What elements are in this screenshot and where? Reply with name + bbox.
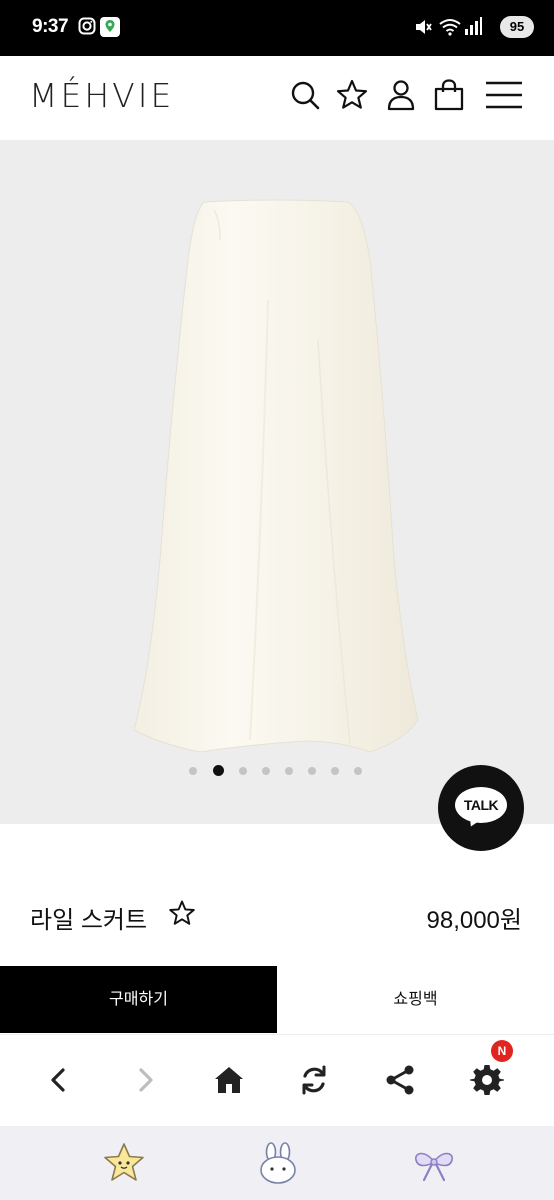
buy-now-button[interactable]: 구매하기: [0, 966, 277, 1033]
slide-dot-active[interactable]: [213, 765, 224, 776]
brand-logo[interactable]: MÉHVIE: [29, 76, 174, 115]
add-to-bag-button[interactable]: 쇼핑백: [277, 966, 554, 1033]
user-icon[interactable]: [384, 78, 418, 112]
slide-dot[interactable]: [262, 767, 270, 775]
browser-toolbar: [0, 1034, 554, 1127]
instagram-icon: [78, 17, 96, 35]
slide-dot[interactable]: [189, 767, 197, 775]
star-icon[interactable]: [335, 78, 369, 112]
menu-icon[interactable]: [485, 78, 523, 112]
back-icon[interactable]: [42, 1063, 76, 1097]
product-gallery[interactable]: [0, 140, 554, 824]
product-name: 라일 스커트: [30, 907, 148, 934]
bunny-sticker[interactable]: [254, 1140, 302, 1188]
wifi-icon: [439, 19, 461, 36]
status-bar: 9:37 95: [0, 0, 554, 56]
maps-icon: [100, 17, 120, 37]
forward-icon[interactable]: [128, 1063, 162, 1097]
talk-chat-button[interactable]: TALK: [438, 765, 524, 851]
product-image: [133, 199, 419, 753]
star-sticker[interactable]: [100, 1140, 148, 1188]
search-icon[interactable]: [288, 78, 322, 112]
talk-label: TALK: [463, 797, 499, 813]
slide-dot[interactable]: [285, 767, 293, 775]
ribbon-sticker[interactable]: [410, 1140, 458, 1188]
slide-dot[interactable]: [331, 767, 339, 775]
status-time: 9:37: [32, 16, 69, 37]
product-title-row: 라일 스커트 98,000원: [0, 870, 554, 960]
wishlist-star-icon[interactable]: [168, 899, 196, 927]
signal-icon: [465, 17, 482, 35]
slide-dot[interactable]: [354, 767, 362, 775]
product-price: 98,000원: [426, 907, 523, 934]
slide-dot[interactable]: [239, 767, 247, 775]
shopping-bag-icon[interactable]: [432, 78, 466, 112]
battery-level: 95: [500, 16, 534, 38]
slide-dot[interactable]: [308, 767, 316, 775]
settings-icon[interactable]: [470, 1063, 504, 1097]
mute-icon: [416, 20, 432, 34]
notification-badge: N: [491, 1040, 513, 1062]
site-header: MÉHVIE: [0, 56, 554, 140]
refresh-icon[interactable]: [297, 1063, 331, 1097]
home-icon[interactable]: [212, 1063, 246, 1097]
sticker-strip: [0, 1126, 554, 1200]
share-icon[interactable]: [383, 1063, 417, 1097]
